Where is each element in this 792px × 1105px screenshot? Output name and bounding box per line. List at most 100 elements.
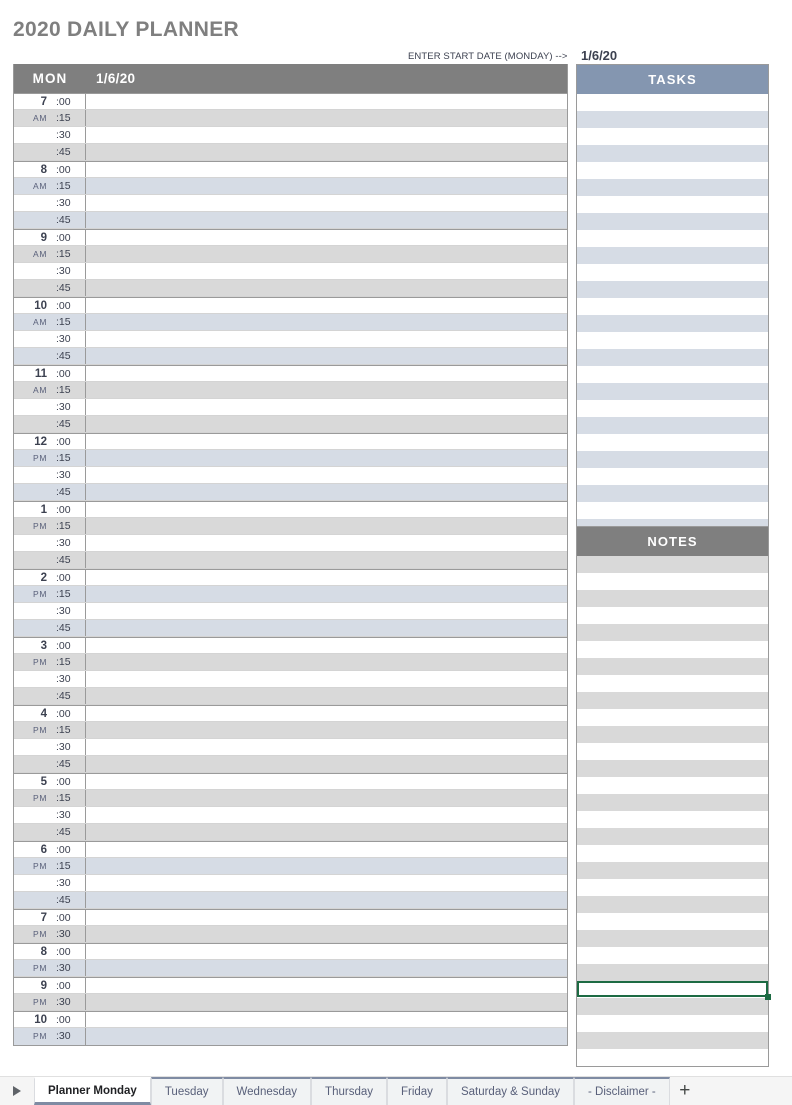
sheet-tab-saturday-sunday[interactable]: Saturday & Sunday <box>446 1077 575 1105</box>
note-row[interactable] <box>577 692 768 709</box>
slot-entry-cell[interactable] <box>85 875 567 891</box>
slot-entry-cell[interactable] <box>85 1028 567 1045</box>
task-row[interactable] <box>577 179 768 196</box>
slot-entry-cell[interactable] <box>85 502 567 517</box>
slot-entry-cell[interactable] <box>85 1012 567 1027</box>
slot-entry-cell[interactable] <box>85 144 567 160</box>
task-row[interactable] <box>577 162 768 179</box>
note-row[interactable] <box>577 828 768 845</box>
note-row[interactable] <box>577 743 768 760</box>
slot-entry-cell[interactable] <box>85 586 567 602</box>
slot-entry-cell[interactable] <box>85 944 567 959</box>
note-row[interactable] <box>577 1049 768 1066</box>
slot-entry-cell[interactable] <box>85 298 567 313</box>
selection-fill-handle[interactable] <box>765 994 771 1000</box>
slot-entry-cell[interactable] <box>85 416 567 432</box>
slot-entry-cell[interactable] <box>85 926 567 942</box>
slot-entry-cell[interactable] <box>85 842 567 857</box>
schedule-slot[interactable]: 9:00 <box>14 977 567 994</box>
slot-entry-cell[interactable] <box>85 399 567 415</box>
slot-entry-cell[interactable] <box>85 382 567 398</box>
schedule-slot[interactable]: :30 <box>14 671 567 688</box>
slot-entry-cell[interactable] <box>85 195 567 211</box>
schedule-slot[interactable]: :45 <box>14 620 567 637</box>
schedule-slot[interactable]: PM:15 <box>14 450 567 467</box>
schedule-slot[interactable]: :30 <box>14 263 567 280</box>
schedule-slot[interactable]: 7:00 <box>14 909 567 926</box>
slot-entry-cell[interactable] <box>85 638 567 653</box>
slot-entry-cell[interactable] <box>85 110 567 126</box>
slot-entry-cell[interactable] <box>85 314 567 330</box>
task-row[interactable] <box>577 383 768 400</box>
note-row[interactable] <box>577 641 768 658</box>
note-row[interactable] <box>577 964 768 981</box>
schedule-slot[interactable]: PM:30 <box>14 1028 567 1045</box>
slot-entry-cell[interactable] <box>85 230 567 245</box>
schedule-slot[interactable]: :30 <box>14 739 567 756</box>
slot-entry-cell[interactable] <box>85 960 567 976</box>
task-row[interactable] <box>577 485 768 502</box>
slot-entry-cell[interactable] <box>85 756 567 772</box>
slot-entry-cell[interactable] <box>85 552 567 568</box>
note-row[interactable] <box>577 624 768 641</box>
schedule-slot[interactable]: 2:00 <box>14 569 567 586</box>
schedule-slot[interactable]: :45 <box>14 756 567 773</box>
schedule-slot[interactable]: :45 <box>14 144 567 161</box>
slot-entry-cell[interactable] <box>85 978 567 993</box>
slot-entry-cell[interactable] <box>85 722 567 738</box>
schedule-slot[interactable]: :30 <box>14 467 567 484</box>
task-row[interactable] <box>577 366 768 383</box>
task-row[interactable] <box>577 230 768 247</box>
slot-entry-cell[interactable] <box>85 892 567 908</box>
note-row[interactable] <box>577 590 768 607</box>
slot-entry-cell[interactable] <box>85 824 567 840</box>
schedule-slot[interactable]: :30 <box>14 127 567 144</box>
note-row[interactable] <box>577 675 768 692</box>
note-row[interactable] <box>577 607 768 624</box>
schedule-slot[interactable]: :30 <box>14 875 567 892</box>
slot-entry-cell[interactable] <box>85 178 567 194</box>
schedule-slot[interactable]: 1:00 <box>14 501 567 518</box>
note-row[interactable] <box>577 896 768 913</box>
schedule-slot[interactable]: 7:00 <box>14 93 567 110</box>
schedule-slot[interactable]: :45 <box>14 892 567 909</box>
note-row[interactable] <box>577 573 768 590</box>
slot-entry-cell[interactable] <box>85 280 567 296</box>
slot-entry-cell[interactable] <box>85 467 567 483</box>
schedule-slot[interactable]: 6:00 <box>14 841 567 858</box>
note-row[interactable] <box>577 726 768 743</box>
note-row[interactable] <box>577 879 768 896</box>
slot-entry-cell[interactable] <box>85 434 567 449</box>
schedule-slot[interactable]: 3:00 <box>14 637 567 654</box>
schedule-slot[interactable]: 12:00 <box>14 433 567 450</box>
schedule-slot[interactable]: :30 <box>14 535 567 552</box>
note-row[interactable] <box>577 709 768 726</box>
schedule-slot[interactable]: 8:00 <box>14 161 567 178</box>
sheet-tab-planner-monday[interactable]: Planner Monday <box>34 1077 151 1105</box>
note-row[interactable] <box>577 845 768 862</box>
task-row[interactable] <box>577 281 768 298</box>
slot-entry-cell[interactable] <box>85 94 567 109</box>
schedule-slot[interactable]: :45 <box>14 484 567 501</box>
task-row[interactable] <box>577 145 768 162</box>
schedule-slot[interactable]: PM:30 <box>14 960 567 977</box>
schedule-slot[interactable]: :45 <box>14 416 567 433</box>
schedule-slot[interactable]: PM:15 <box>14 518 567 535</box>
slot-entry-cell[interactable] <box>85 366 567 381</box>
schedule-slot[interactable]: PM:15 <box>14 858 567 875</box>
schedule-slot[interactable]: :45 <box>14 552 567 569</box>
slot-entry-cell[interactable] <box>85 858 567 874</box>
sheet-tab-disclaimer[interactable]: - Disclaimer - <box>574 1077 670 1105</box>
task-row[interactable] <box>577 332 768 349</box>
note-row[interactable] <box>577 981 771 1000</box>
schedule-slot[interactable]: 10:00 <box>14 1011 567 1028</box>
task-row[interactable] <box>577 468 768 485</box>
start-date-input[interactable]: 1/6/20 <box>581 48 617 63</box>
slot-entry-cell[interactable] <box>85 739 567 755</box>
slot-entry-cell[interactable] <box>85 162 567 177</box>
schedule-slot[interactable]: :45 <box>14 212 567 229</box>
schedule-slot[interactable]: 5:00 <box>14 773 567 790</box>
note-row[interactable] <box>577 760 768 777</box>
task-row[interactable] <box>577 400 768 417</box>
slot-entry-cell[interactable] <box>85 331 567 347</box>
